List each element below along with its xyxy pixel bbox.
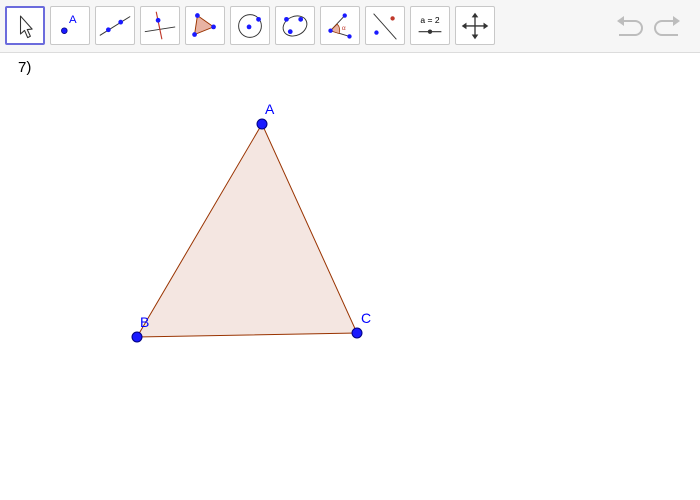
redo-icon (654, 16, 680, 36)
undo-icon (617, 16, 643, 36)
circle-icon (238, 14, 262, 38)
polygon-icon (192, 13, 216, 37)
toolbar: A α a = 2 (0, 0, 700, 53)
circle-tool-button[interactable] (230, 6, 270, 45)
slider-tool-text: a = 2 (420, 15, 439, 25)
point-tool-letter: A (69, 14, 77, 26)
point-a[interactable] (256, 118, 268, 130)
conic-tool-button[interactable] (275, 6, 315, 45)
point-c-label: C (361, 310, 371, 326)
move-tool-button[interactable] (5, 6, 45, 45)
graphics-view[interactable]: A B C (0, 54, 700, 500)
point-c[interactable] (351, 327, 363, 339)
reflect-tool-button[interactable] (365, 6, 405, 45)
point-a-label: A (265, 101, 275, 117)
slider-icon: a = 2 (418, 15, 442, 34)
reflect-icon (373, 13, 397, 40)
triangle-abc[interactable] (136, 122, 358, 338)
undo-button[interactable] (613, 12, 647, 40)
point-b[interactable] (131, 331, 143, 343)
redo-button[interactable] (650, 12, 684, 40)
move-graphics-view-icon (461, 12, 489, 40)
move-graphics-view-tool-button[interactable] (455, 6, 495, 45)
conic-icon (282, 15, 308, 37)
slider-tool-button[interactable]: a = 2 (410, 6, 450, 45)
perpendicular-line-tool-button[interactable] (140, 6, 180, 45)
point-b-label: B (140, 314, 149, 330)
point-tool-button[interactable]: A (50, 6, 90, 45)
svg-text:α: α (342, 25, 346, 32)
perpendicular-line-icon (144, 11, 176, 40)
line-icon (99, 16, 131, 36)
angle-tool-button[interactable]: α (320, 6, 360, 45)
point-icon: A (61, 14, 77, 34)
angle-icon: α (328, 13, 352, 39)
polygon-tool-button[interactable] (185, 6, 225, 45)
move-arrow-icon (19, 15, 33, 39)
line-tool-button[interactable] (95, 6, 135, 45)
